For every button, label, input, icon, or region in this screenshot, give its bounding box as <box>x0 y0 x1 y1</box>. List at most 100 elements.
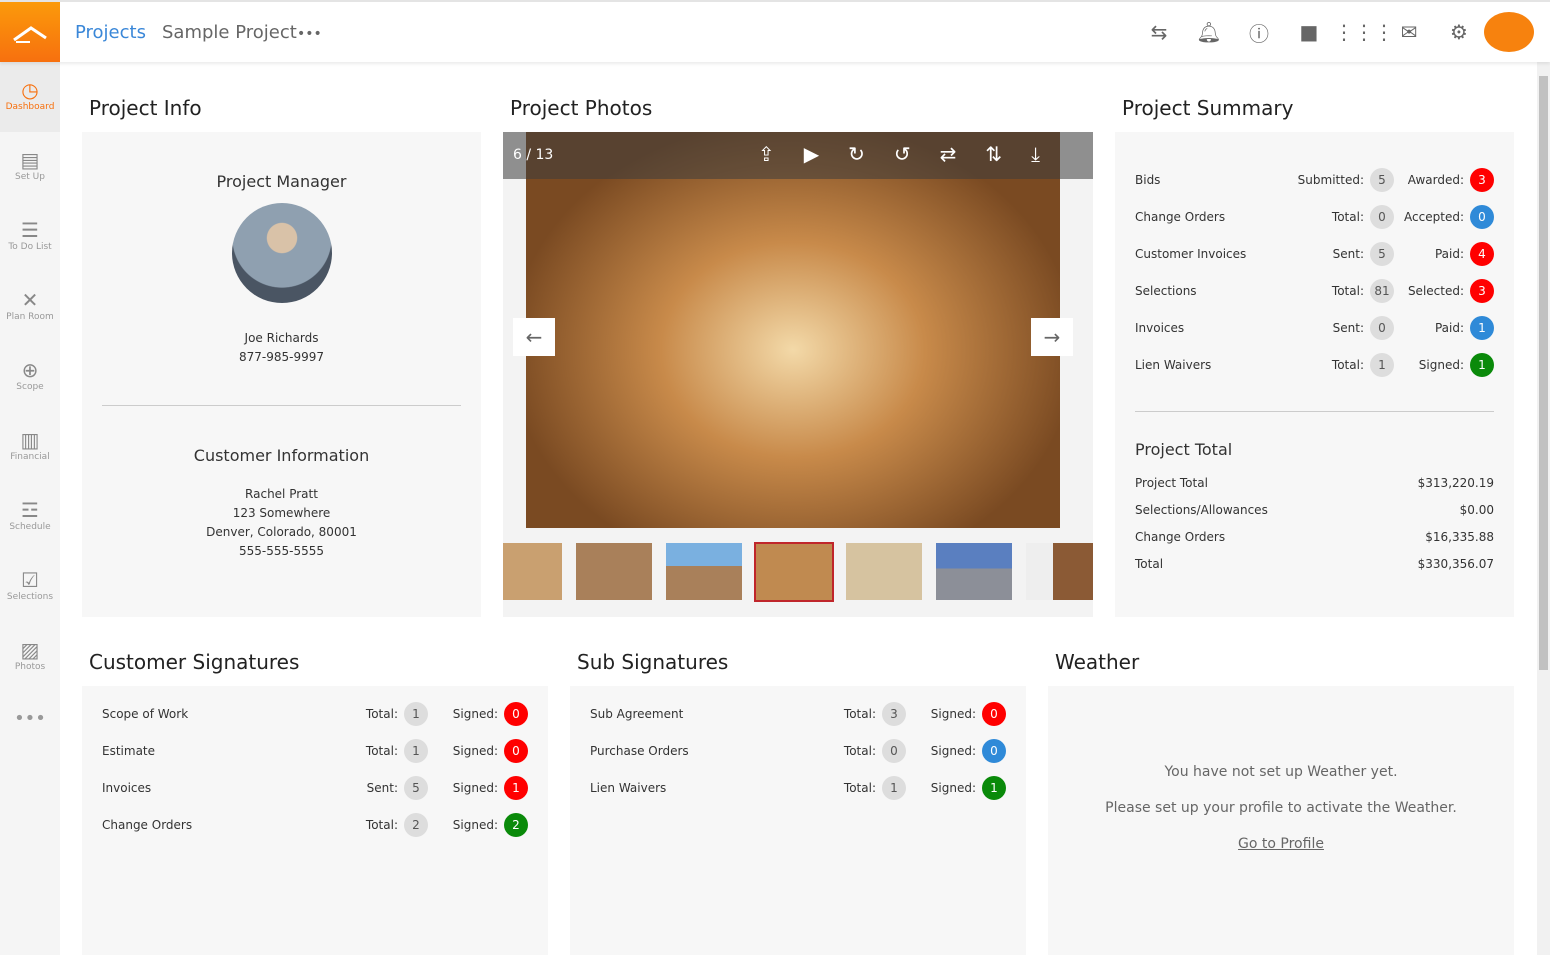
count-label: Sent: <box>338 781 398 795</box>
status-badge[interactable]: 0 <box>1470 205 1494 229</box>
status-badge[interactable]: 0 <box>504 702 528 726</box>
status-badge[interactable]: 2 <box>504 813 528 837</box>
row-label: Invoices <box>1135 321 1289 335</box>
sidebar-item-label: Plan Room <box>6 312 54 322</box>
row-label: Customer Invoices <box>1135 247 1289 261</box>
status-label: Signed: <box>906 744 976 758</box>
sidebar-icon: ◷ <box>0 78 60 102</box>
photo-thumbnail[interactable] <box>1026 543 1093 600</box>
status-label: Awarded: <box>1394 173 1464 187</box>
next-photo-button[interactable]: → <box>1031 318 1073 356</box>
sidebar-item-label: Financial <box>10 452 49 462</box>
status-row: Change Orders Total: 2 Signed: 2 <box>102 813 528 837</box>
total-row: Project Total$313,220.19 <box>1135 476 1494 490</box>
status-badge[interactable]: 1 <box>504 776 528 800</box>
status-row: Invoices Sent: 0 Paid: 1 <box>1135 316 1494 340</box>
status-badge[interactable]: 1 <box>1470 353 1494 377</box>
status-badge[interactable]: 0 <box>504 739 528 763</box>
video-icon[interactable]: ■ <box>1284 20 1334 44</box>
sidebar-item-selections[interactable]: ☑Selections <box>0 552 60 622</box>
status-row: Change Orders Total: 0 Accepted: 0 <box>1135 205 1494 229</box>
go-to-profile-link[interactable]: Go to Profile <box>1048 836 1514 852</box>
weather-title: Weather <box>1055 650 1139 674</box>
total-label: Change Orders <box>1135 530 1225 544</box>
count-badge: 3 <box>882 702 906 726</box>
sidebar-item-photos[interactable]: ▨Photos <box>0 622 60 692</box>
status-label: Accepted: <box>1394 210 1464 224</box>
count-badge: 1 <box>882 776 906 800</box>
count-badge: 1 <box>1370 353 1394 377</box>
photo-thumbnail-active[interactable] <box>754 542 834 602</box>
status-badge[interactable]: 3 <box>1470 168 1494 192</box>
customer-address-1: 123 Somewhere <box>82 504 481 523</box>
photo-thumbnail[interactable] <box>846 543 922 600</box>
divider <box>102 405 461 406</box>
weather-panel: You have not set up Weather yet. Please … <box>1048 686 1514 955</box>
sidebar-item-label: To Do List <box>8 242 51 252</box>
sidebar-item-schedule[interactable]: ☲Schedule <box>0 482 60 552</box>
mail-icon[interactable]: ✉ <box>1384 20 1434 44</box>
switch-icon[interactable]: ⇆ <box>1134 20 1184 44</box>
total-value: $330,356.07 <box>1418 557 1494 571</box>
sidebar-item-dashboard[interactable]: ◷Dashboard <box>0 62 60 132</box>
photo-thumbnail[interactable] <box>503 543 562 600</box>
main-photo <box>526 132 1060 528</box>
sidebar-more-icon[interactable]: ••• <box>0 692 60 762</box>
status-row: Lien Waivers Total: 1 Signed: 1 <box>1135 353 1494 377</box>
sidebar-item-label: Dashboard <box>6 102 55 112</box>
sidebar-item-plan-room[interactable]: ✕Plan Room <box>0 272 60 342</box>
status-badge[interactable]: 1 <box>1470 316 1494 340</box>
project-total-heading: Project Total <box>1135 440 1232 459</box>
customer-name: Rachel Pratt <box>82 485 481 504</box>
sidebar-icon: ☑ <box>0 568 60 592</box>
status-badge[interactable]: 1 <box>982 776 1006 800</box>
count-badge: 0 <box>882 739 906 763</box>
project-summary-panel: Project Total Bids Submitted: 5 Awarded:… <box>1115 132 1514 617</box>
breadcrumb-project-name[interactable]: Sample Project <box>162 22 297 43</box>
sidebar-item-label: Photos <box>15 662 45 672</box>
app-logo[interactable] <box>0 2 60 62</box>
photo-thumbnail[interactable] <box>576 543 652 600</box>
apps-grid-icon[interactable]: ⋮⋮⋮ <box>1334 20 1384 44</box>
photo-toolbar: 6 / 13 ⇪▶↻↺⇄⇅⤓ <box>503 132 1093 179</box>
status-badge[interactable]: 0 <box>982 739 1006 763</box>
sidebar-item-financial[interactable]: ▥Financial <box>0 412 60 482</box>
count-label: Total: <box>816 744 876 758</box>
info-icon[interactable]: ⓘ <box>1234 18 1284 47</box>
divider <box>1135 411 1494 412</box>
more-icon[interactable]: ••• <box>297 26 322 42</box>
row-label: Estimate <box>102 744 338 758</box>
sidebar-icon: ▥ <box>0 428 60 452</box>
status-row: Invoices Sent: 5 Signed: 1 <box>102 776 528 800</box>
total-value: $0.00 <box>1460 503 1494 517</box>
scrollbar-thumb[interactable] <box>1539 76 1548 670</box>
project-info-title: Project Info <box>89 96 202 120</box>
row-label: Sub Agreement <box>590 707 816 721</box>
bell-icon[interactable]: 🔔︎ <box>1184 20 1234 44</box>
sub-signatures-panel: Sub Agreement Total: 3 Signed: 0Purchase… <box>570 686 1026 955</box>
photo-thumbnail[interactable] <box>936 543 1012 600</box>
sidebar-item-set-up[interactable]: ▤Set Up <box>0 132 60 202</box>
status-badge[interactable]: 3 <box>1470 279 1494 303</box>
total-row: Change Orders$16,335.88 <box>1135 530 1494 544</box>
count-label: Submitted: <box>1289 173 1364 187</box>
user-avatar[interactable] <box>1484 12 1534 52</box>
prev-photo-button[interactable]: ← <box>513 318 555 356</box>
pm-heading: Project Manager <box>82 172 481 191</box>
photo-thumbnail[interactable] <box>666 543 742 600</box>
customer-signatures-panel: Scope of Work Total: 1 Signed: 0Estimate… <box>82 686 548 955</box>
total-label: Total <box>1135 557 1163 571</box>
customer-phone: 555-555-5555 <box>82 542 481 561</box>
row-label: Lien Waivers <box>1135 358 1289 372</box>
photo-tool-icons[interactable]: ⇪▶↻↺⇄⇅⤓ <box>758 142 1069 166</box>
status-badge[interactable]: 4 <box>1470 242 1494 266</box>
sidebar-item-to-do-list[interactable]: ☰To Do List <box>0 202 60 272</box>
status-badge[interactable]: 0 <box>982 702 1006 726</box>
status-label: Signed: <box>1394 358 1464 372</box>
scrollbar[interactable] <box>1537 62 1550 955</box>
status-label: Signed: <box>428 781 498 795</box>
breadcrumb-projects[interactable]: Projects <box>75 22 146 43</box>
sidebar-item-scope[interactable]: ⊕Scope <box>0 342 60 412</box>
count-label: Total: <box>338 744 398 758</box>
gear-icon[interactable]: ⚙ <box>1434 20 1484 44</box>
